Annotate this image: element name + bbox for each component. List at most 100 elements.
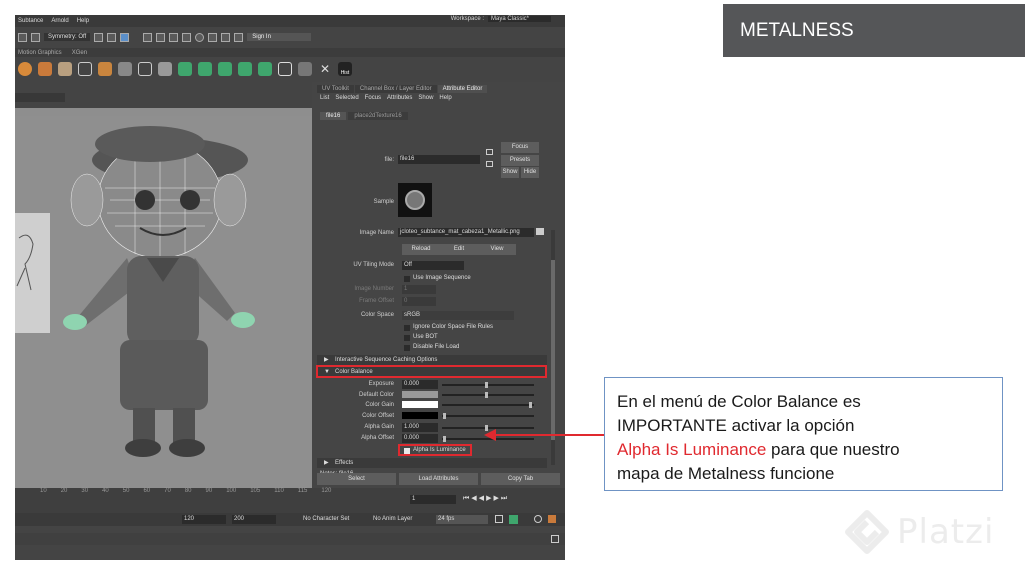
color-gain-swatch[interactable]	[402, 401, 438, 408]
render-icon[interactable]	[98, 62, 112, 76]
folder-icon[interactable]	[536, 228, 544, 235]
color-offset-slider[interactable]	[442, 415, 534, 417]
output-connection-icon[interactable]	[486, 161, 493, 167]
edit-button[interactable]: Edit	[440, 244, 478, 255]
default-color-knob[interactable]	[485, 392, 488, 398]
uv-tiling-dropdown[interactable]: Off	[402, 261, 464, 270]
snap-icon[interactable]	[94, 32, 104, 42]
menu-help[interactable]: Help	[77, 18, 89, 24]
color-gain-slider[interactable]	[442, 404, 534, 406]
exposure-slider[interactable]	[442, 384, 534, 386]
menu-help[interactable]: Help	[439, 95, 451, 101]
loop-icon[interactable]	[495, 515, 503, 523]
script-editor-icon[interactable]	[551, 535, 559, 543]
key-icon[interactable]	[509, 515, 518, 524]
hide-button[interactable]: Hide	[521, 167, 539, 178]
color-space-dropdown[interactable]: sRGB	[402, 311, 514, 320]
green-tool-icon[interactable]	[218, 62, 232, 76]
workspace-dropdown[interactable]: Maya Classic*	[487, 16, 551, 22]
show-button[interactable]: Show	[501, 167, 519, 178]
menu-attributes[interactable]: Attributes	[387, 95, 412, 101]
color-offset-knob[interactable]	[443, 413, 446, 419]
tool-icon[interactable]	[18, 32, 27, 42]
alpha-offset-knob[interactable]	[443, 436, 446, 442]
x-icon[interactable]: ✕	[318, 62, 332, 76]
section-interactive-caching[interactable]: ▶ Interactive Sequence Caching Options	[317, 355, 547, 365]
exposure-slider-knob[interactable]	[485, 382, 488, 388]
default-color-swatch[interactable]	[402, 391, 438, 398]
menu-subtance[interactable]: Subtance	[18, 18, 43, 24]
tab-place2dtexture16[interactable]: place2dTexture16	[348, 112, 408, 120]
fps-dropdown[interactable]: 24 fps	[436, 515, 488, 524]
section-effects[interactable]: ▶ Effects	[317, 458, 547, 468]
render-icon[interactable]	[156, 32, 166, 42]
menu-show[interactable]: Show	[418, 95, 433, 101]
time-slider[interactable]: 10 20 30 40 50 60 70 80 90 100 105 110 1…	[15, 488, 565, 513]
snap-icon[interactable]	[120, 32, 130, 42]
view-button[interactable]: View	[478, 244, 516, 255]
viewport-dropdown[interactable]	[15, 93, 65, 102]
menu-selected[interactable]: Selected	[335, 95, 358, 101]
brush-icon[interactable]	[118, 62, 132, 76]
green-tool-icon[interactable]	[258, 62, 272, 76]
menu-list[interactable]: List	[320, 95, 329, 101]
clock-icon[interactable]	[534, 515, 542, 523]
alpha-gain-field[interactable]: 1.000	[402, 423, 438, 432]
default-color-slider[interactable]	[442, 394, 534, 396]
render-icon[interactable]	[169, 32, 179, 42]
load-attributes-button[interactable]: Load Attributes	[399, 473, 478, 485]
current-frame-field[interactable]: 1	[410, 495, 456, 504]
presets-button[interactable]: Presets	[501, 155, 539, 166]
alpha-offset-field[interactable]: 0.000	[402, 434, 438, 443]
symmetry-dropdown[interactable]: Symmetry: Off	[44, 33, 91, 41]
material-icon[interactable]	[58, 62, 72, 76]
scrollbar-thumb[interactable]	[551, 260, 555, 440]
image-name-field[interactable]: jcloteo_subtance_mat_cabeza1_Metallic.pn…	[398, 228, 534, 237]
color-offset-swatch[interactable]	[402, 412, 438, 419]
select-button[interactable]: Select	[317, 473, 396, 485]
layout-icon[interactable]	[138, 62, 152, 76]
tab-uv-toolkit[interactable]: UV Toolkit	[317, 85, 354, 93]
range-max-field[interactable]: 200	[232, 515, 276, 524]
snap-icon[interactable]	[107, 32, 117, 42]
playback-controls-icon[interactable]: ⏮◀◀▶▶⏭	[463, 494, 509, 503]
brush-icon[interactable]	[158, 62, 172, 76]
sphere-icon[interactable]	[18, 62, 32, 76]
render-icon[interactable]	[195, 32, 205, 42]
tab-channel-box[interactable]: Channel Box / Layer Editor	[354, 85, 437, 93]
settings-icon[interactable]	[548, 515, 556, 523]
command-line[interactable]	[15, 533, 565, 545]
tab-attribute-editor[interactable]: Attribute Editor	[437, 85, 488, 93]
reload-button[interactable]: Reload	[402, 244, 440, 255]
grid-icon[interactable]	[278, 62, 292, 76]
anim-layer-dropdown[interactable]: No Anim Layer	[373, 516, 412, 522]
use-image-sequence-checkbox[interactable]	[404, 276, 410, 282]
menu-focus[interactable]: Focus	[365, 95, 381, 101]
pause-icon[interactable]	[234, 32, 244, 42]
image-number-field[interactable]: 1	[402, 285, 436, 294]
menu-arnold[interactable]: Arnold	[51, 18, 68, 24]
tool-icon[interactable]	[31, 32, 40, 42]
sign-in-dropdown[interactable]: Sign In	[247, 33, 312, 41]
tab-file16[interactable]: file16	[320, 112, 347, 120]
uv-icon[interactable]	[78, 62, 92, 76]
disable-file-load-checkbox[interactable]	[404, 345, 410, 351]
range-end-field[interactable]: 120	[182, 515, 226, 524]
green-tool-icon[interactable]	[178, 62, 192, 76]
input-connection-icon[interactable]	[486, 149, 493, 155]
history-icon[interactable]: Hist	[338, 62, 352, 76]
viewport[interactable]	[15, 108, 312, 500]
character-set-dropdown[interactable]: No Character Set	[303, 516, 349, 522]
green-tool-icon[interactable]	[198, 62, 212, 76]
render-icon[interactable]	[221, 32, 231, 42]
exposure-field[interactable]: 0.000	[402, 380, 438, 389]
shelf-tab-xgen[interactable]: XGen	[72, 50, 87, 56]
render-icon[interactable]	[143, 32, 153, 42]
use-bot-checkbox[interactable]	[404, 335, 410, 341]
shelf-tab-motion-graphics[interactable]: Motion Graphics	[18, 50, 62, 56]
ignore-rules-checkbox[interactable]	[404, 325, 410, 331]
file-name-field[interactable]: file16	[398, 155, 480, 164]
focus-button[interactable]: Focus	[501, 142, 539, 153]
shader-icon[interactable]	[38, 62, 52, 76]
frame-offset-field[interactable]: 0	[402, 297, 436, 306]
